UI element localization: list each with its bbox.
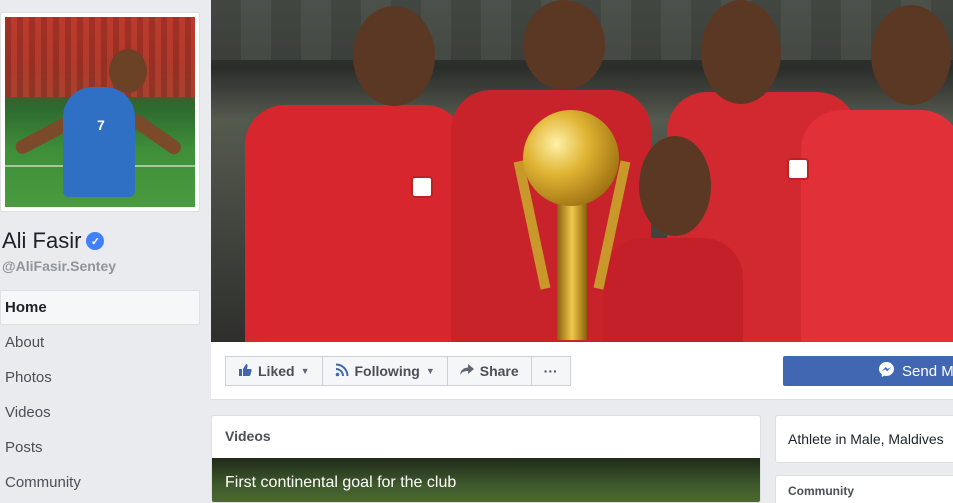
profile-picture[interactable]: 7 <box>0 12 200 212</box>
club-crest-icon <box>411 176 433 198</box>
nav-item-community[interactable]: Community <box>0 465 200 500</box>
more-options-button[interactable]: ··· <box>530 356 571 386</box>
nav-item-videos[interactable]: Videos <box>0 395 200 430</box>
page-title[interactable]: Ali Fasir ✓ <box>2 228 105 254</box>
page-name-text[interactable]: Ali Fasir <box>2 228 81 254</box>
stadium-stand <box>5 17 195 97</box>
send-message-button[interactable]: Send M <box>783 356 953 386</box>
community-card-title[interactable]: Community <box>788 484 854 498</box>
jersey-number: 7 <box>97 117 105 133</box>
page-handle[interactable]: @AliFasir.Sentey <box>2 258 116 274</box>
cover-figure-4-head <box>871 5 951 105</box>
profile-photo: 7 <box>5 17 195 207</box>
caret-down-icon: ▼ <box>300 366 310 376</box>
nav-item-photos[interactable]: Photos <box>0 360 200 395</box>
player-head <box>109 49 147 93</box>
following-label: Following <box>354 363 420 379</box>
trophy-icon <box>523 110 619 206</box>
left-column: 7 Ali Fasir ✓ @AliFasir.Sentey Home Abou… <box>0 0 210 503</box>
nav-item-posts[interactable]: Posts <box>0 430 200 465</box>
cover-figure-1-head <box>353 6 435 106</box>
cover-figure-2-head <box>523 0 605 90</box>
video-thumbnail[interactable]: First continental goal for the club <box>212 458 760 502</box>
thumbs-up-icon <box>238 363 252 380</box>
cover-figure-3-head <box>701 0 781 104</box>
share-button[interactable]: Share <box>446 356 532 386</box>
trophy-stem <box>557 200 587 340</box>
nav-item-home[interactable]: Home <box>0 290 200 325</box>
page-action-bar: Liked ▼ Following ▼ Share ··· Send M <box>211 342 953 400</box>
left-nav: Home About Photos Videos Posts Community <box>0 290 200 500</box>
following-button[interactable]: Following ▼ <box>321 356 448 386</box>
cover-figure-4 <box>801 110 953 342</box>
messenger-icon <box>879 362 894 380</box>
nav-item-about[interactable]: About <box>0 325 200 360</box>
video-caption: First continental goal for the club <box>225 474 457 491</box>
more-dots-icon: ··· <box>543 363 558 379</box>
liked-label: Liked <box>258 363 295 379</box>
about-card: Athlete in Male, Maldives <box>775 415 953 463</box>
send-message-label: Send M <box>902 362 953 380</box>
cover-figure-1 <box>245 105 465 342</box>
community-card: Community <box>775 475 953 503</box>
cover-figure-child-head <box>639 136 711 236</box>
about-category-location: Athlete in Male, Maldives <box>788 431 944 447</box>
share-arrow-icon <box>459 363 474 379</box>
rss-icon <box>335 363 349 380</box>
cover-photo[interactable] <box>211 0 953 342</box>
share-label: Share <box>479 363 519 379</box>
verified-icon: ✓ <box>86 232 105 250</box>
action-button-group: Liked ▼ Following ▼ Share ··· <box>225 356 571 386</box>
videos-card: Videos First continental goal for the cl… <box>211 415 761 503</box>
liked-button[interactable]: Liked ▼ <box>225 356 323 386</box>
caret-down-icon: ▼ <box>425 366 435 376</box>
player-jersey <box>63 87 135 197</box>
club-crest-icon <box>787 158 809 180</box>
cover-figure-child <box>603 238 743 342</box>
videos-card-title[interactable]: Videos <box>225 428 271 444</box>
